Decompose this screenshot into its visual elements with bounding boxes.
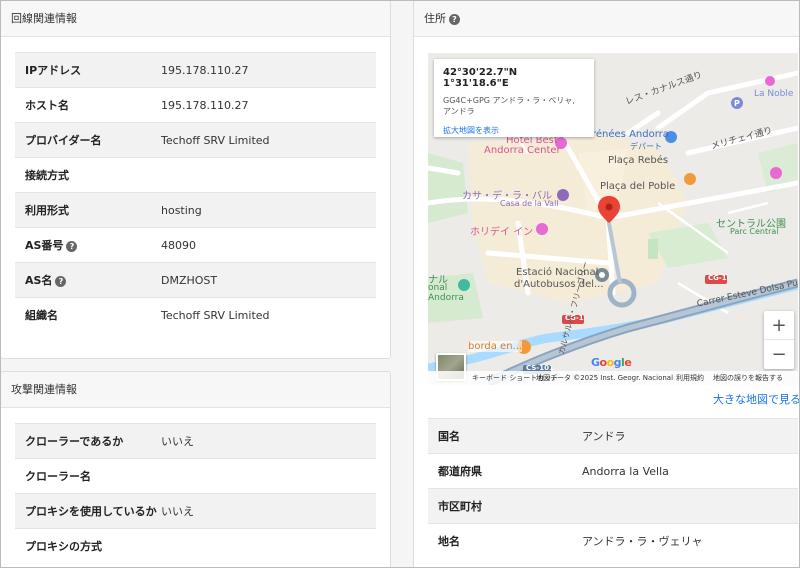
map-label: Andorra Center [484,145,561,156]
line-info-card: 回線関連情報 IPアドレス 195.178.110.27 ホスト名 195.178.… [0,0,391,359]
svg-text:P: P [734,99,740,108]
table-row: 市区町村 [428,488,798,524]
map-coords: 42°30'22.7"N 1°31'18.6"E [443,67,518,89]
table-row: IPアドレス 195.178.110.27 [15,52,376,88]
map-data-credit: 地図データ ©2025 Inst. Geogr. Nacional [536,374,674,382]
map-label: Parc Central [730,227,779,236]
table-row: 接続方式 [15,157,376,193]
help-icon[interactable]: ? [66,241,78,252]
map-label: Plaça Rebés [608,155,669,166]
attack-info-card: 攻撃関連情報 クローラーであるか いいえ クローラー名 プロキシを使用しているかい… [0,371,391,568]
terms-link[interactable]: 利用規約 [676,371,704,385]
table-row: 地名 アンドラ・ラ・ヴェリャ [428,523,798,559]
line-info-title: 回線関連情報 [1,1,390,37]
zoom-out-button[interactable]: − [764,340,794,369]
zoom-in-button[interactable]: + [764,311,794,340]
address-title-text: 住所 [424,12,446,25]
map-footer: キーボード ショートカット 地図データ ©2025 Inst. Geogr. N… [428,371,798,385]
attack-info-title: 攻撃関連情報 [1,372,390,408]
map-plus-code: GG4C+GPG アンドラ・ラ・ベリャ, アンドラ [443,96,575,116]
table-row: 国名 アンドラ [428,418,798,454]
map-label: デパート [630,142,662,151]
view-larger-map-link[interactable]: 大きな地図で見る [713,391,800,407]
table-row: プロキシを使用しているか いいえ [15,493,376,529]
zoom-control: + − [764,311,794,369]
address-table: 国名 アンドラ 都道府県 Andorra la Vella 市区町村 地名 アンドラ・… [428,418,798,559]
map-label: La Noble [754,89,794,99]
report-error-link[interactable]: 地図の誤りを報告する [713,371,783,385]
table-row: プロキシの方式 [15,528,376,564]
help-icon[interactable]: ? [449,14,460,25]
help-icon[interactable]: ? [55,276,67,287]
address-card: 住所? P レス・カナルス通り La Noble Hotel Best Ando… [413,0,800,568]
table-row: ホスト名 195.178.110.27 [15,87,376,123]
table-row: 利用形式 hosting [15,192,376,228]
map-label: Plaça del Poble [600,181,676,192]
table-row: 組織名 Techoff SRV Limited [15,297,376,333]
map-label: onal [428,283,448,293]
google-logo: Google [591,356,632,369]
line-info-table: IPアドレス 195.178.110.27 ホスト名 195.178.110.27 … [15,52,376,333]
table-row: クローラーであるか いいえ [15,423,376,459]
table-row: AS番号? 48090 [15,227,376,263]
row-label: AS名 [25,274,53,287]
enlarge-map-link[interactable]: 拡大地図を表示 [443,125,585,136]
table-row: 都道府県 Andorra la Vella [428,453,798,489]
map-label: rénées Andorra [592,129,669,140]
map-label: borda en... [468,341,523,352]
row-label: AS番号 [25,239,64,252]
google-map[interactable]: P レス・カナルス通り La Noble Hotel Best Andorra … [428,53,798,385]
map-label: Casa de la Vall [500,199,559,208]
table-row: プロバイダー名 Techoff SRV Limited [15,122,376,158]
map-label: Andorra [428,293,464,303]
map-label: ホリデイ イン [470,227,534,238]
address-title: 住所? [414,1,800,37]
table-row: クローラー名 [15,458,376,494]
map-info-window: 42°30'22.7"N 1°31'18.6"E GG4C+GPG アンドラ・ラ… [434,59,594,137]
table-row: AS名? DMZHOST [15,262,376,298]
attack-info-table: クローラーであるか いいえ クローラー名 プロキシを使用しているか いいえ プロキシ… [15,423,376,564]
route-shield-label: CG-1 [708,274,727,282]
map-label: d'Autobusos del... [514,279,604,290]
